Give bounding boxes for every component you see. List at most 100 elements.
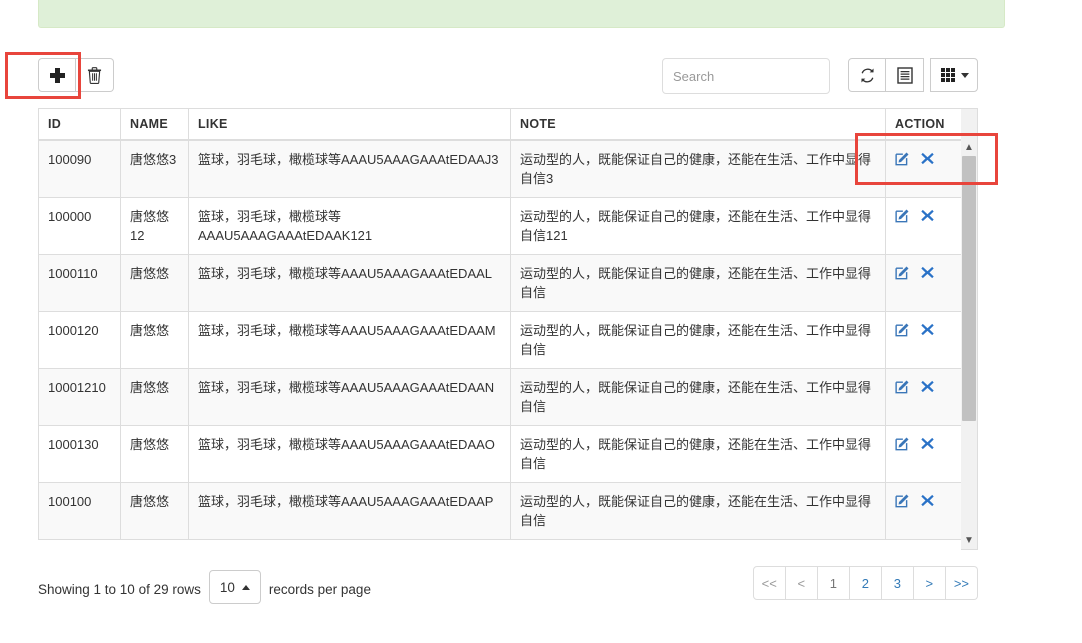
edit-icon[interactable]: [895, 208, 910, 228]
column-header-name[interactable]: NAME: [120, 108, 189, 141]
table-row[interactable]: 100100 唐悠悠 篮球，羽毛球，橄榄球等AAAU5AAAGAAAtEDAAP 运动…: [38, 482, 962, 540]
edit-icon[interactable]: [895, 322, 910, 342]
cell-name: 唐悠悠12: [120, 197, 189, 255]
table-header-row: ID NAME LIKE NOTE ACTION: [38, 108, 962, 141]
edit-icon[interactable]: [895, 379, 910, 399]
pagination-button[interactable]: 1: [817, 566, 850, 600]
data-table-container: ID NAME LIKE NOTE ACTION 100090 唐悠悠3 篮球，羽毛…: [38, 108, 978, 550]
column-header-note[interactable]: NOTE: [510, 108, 886, 141]
cell-note: 运动型的人，既能保证自己的健康，还能在生活、工作中显得自信: [510, 254, 886, 312]
table-header: ID NAME LIKE NOTE ACTION: [38, 108, 962, 141]
columns-dropdown-button[interactable]: [930, 58, 978, 92]
scrollbar-up-arrow-icon[interactable]: ▲: [961, 139, 977, 156]
cell-action: [885, 311, 962, 369]
cell-note: 运动型的人，既能保证自己的健康，还能在生活、工作中显得自信: [510, 368, 886, 426]
chevron-down-icon: [961, 72, 969, 78]
cell-id: 10001210: [38, 368, 121, 426]
page-size-value: 10: [219, 579, 235, 595]
cell-id: 100100: [38, 482, 121, 540]
list-toggle-icon: [896, 66, 913, 84]
cell-like: 篮球，羽毛球，橄榄球等AAAU5AAAGAAAtEDAAJ3: [188, 139, 511, 198]
toggle-view-button[interactable]: [886, 58, 924, 92]
cell-like: 篮球，羽毛球，橄榄球等AAAU5AAAGAAAtEDAAO: [188, 425, 511, 483]
cell-action: [885, 368, 962, 426]
showing-text: Showing 1 to 10 of 29 rows: [38, 581, 201, 597]
delete-record-button[interactable]: [76, 58, 114, 92]
cell-action: [885, 197, 962, 255]
cell-action: [885, 425, 962, 483]
cell-note: 运动型的人，既能保证自己的健康，还能在生活、工作中显得自信3: [510, 139, 886, 198]
table-row[interactable]: 100000 唐悠悠12 篮球，羽毛球，橄榄球等AAAU5AAAGAAAtEDAAK…: [38, 197, 962, 255]
scrollbar-down-arrow-icon[interactable]: ▼: [961, 532, 977, 549]
column-header-like[interactable]: LIKE: [188, 108, 511, 141]
pagination-button[interactable]: <: [785, 566, 818, 600]
cell-id: 100000: [38, 197, 121, 255]
toolbar-left-button-group: [38, 58, 114, 92]
table-footer: Showing 1 to 10 of 29 rows 10 records pe…: [38, 562, 978, 604]
cell-action: [885, 482, 962, 540]
delete-x-icon[interactable]: [920, 436, 935, 456]
cell-id: 1000130: [38, 425, 121, 483]
cell-id: 1000110: [38, 254, 121, 312]
success-alert-banner: [38, 0, 1005, 28]
cell-note: 运动型的人，既能保证自己的健康，还能在生活、工作中显得自信: [510, 482, 886, 540]
edit-icon[interactable]: [895, 151, 910, 171]
refresh-button[interactable]: [848, 58, 886, 92]
table-row[interactable]: 1000130 唐悠悠 篮球，羽毛球，橄榄球等AAAU5AAAGAAAtEDAAO 运…: [38, 425, 962, 483]
cell-id: 100090: [38, 139, 121, 198]
cell-name: 唐悠悠: [120, 311, 189, 369]
scrollbar-thumb[interactable]: [962, 156, 976, 421]
chevron-up-icon: [241, 584, 250, 590]
toolbar-icon-group: [848, 58, 978, 92]
cell-like: 篮球，羽毛球，橄榄球等AAAU5AAAGAAAtEDAAM: [188, 311, 511, 369]
pagination-button[interactable]: >>: [945, 566, 978, 600]
edit-icon[interactable]: [895, 265, 910, 285]
table-toolbar: [38, 58, 978, 96]
table-row[interactable]: 10001210 唐悠悠 篮球，羽毛球，橄榄球等AAAU5AAAGAAAtEDAAN…: [38, 368, 962, 426]
cell-note: 运动型的人，既能保证自己的健康，还能在生活、工作中显得自信: [510, 311, 886, 369]
edit-icon[interactable]: [895, 436, 910, 456]
table-vertical-scrollbar[interactable]: ▲ ▼: [961, 108, 978, 550]
trash-icon: [87, 66, 102, 84]
cell-action: [885, 139, 962, 198]
pagination-button[interactable]: >: [913, 566, 946, 600]
cell-name: 唐悠悠3: [120, 139, 189, 198]
pagination-button[interactable]: 3: [881, 566, 914, 600]
cell-id: 1000120: [38, 311, 121, 369]
table-row[interactable]: 1000110 唐悠悠 篮球，羽毛球，橄榄球等AAAU5AAAGAAAtEDAAL 运…: [38, 254, 962, 312]
delete-x-icon[interactable]: [920, 265, 935, 285]
pagination-controls: << <1 2 3 > >>: [752, 566, 978, 600]
edit-icon[interactable]: [895, 493, 910, 513]
columns-grid-icon: [941, 68, 955, 82]
pagination-button[interactable]: <<: [752, 566, 786, 600]
delete-x-icon[interactable]: [920, 379, 935, 399]
delete-x-icon[interactable]: [920, 493, 935, 513]
cell-like: 篮球，羽毛球，橄榄球等AAAU5AAAGAAAtEDAAK121: [188, 197, 511, 255]
cell-note: 运动型的人，既能保证自己的健康，还能在生活、工作中显得自信121: [510, 197, 886, 255]
records-per-page-label: records per page: [268, 581, 371, 597]
cell-like: 篮球，羽毛球，橄榄球等AAAU5AAAGAAAtEDAAP: [188, 482, 511, 540]
cell-note: 运动型的人，既能保证自己的健康，还能在生活、工作中显得自信: [510, 425, 886, 483]
plus-icon: [49, 67, 65, 83]
cell-name: 唐悠悠: [120, 368, 189, 426]
refresh-icon: [860, 68, 874, 82]
table-row[interactable]: 1000120 唐悠悠 篮球，羽毛球，橄榄球等AAAU5AAAGAAAtEDAAM 运…: [38, 311, 962, 369]
table-row[interactable]: 100090 唐悠悠3 篮球，羽毛球，橄榄球等AAAU5AAAGAAAtEDAAJ3…: [38, 139, 962, 198]
data-table: ID NAME LIKE NOTE ACTION 100090 唐悠悠3 篮球，羽毛…: [38, 108, 962, 540]
delete-x-icon[interactable]: [920, 151, 935, 171]
cell-like: 篮球，羽毛球，橄榄球等AAAU5AAAGAAAtEDAAL: [188, 254, 511, 312]
pagination-button[interactable]: 2: [849, 566, 882, 600]
delete-x-icon[interactable]: [920, 322, 935, 342]
column-header-action[interactable]: ACTION: [885, 108, 962, 141]
add-record-button[interactable]: [38, 58, 76, 92]
table-body: 100090 唐悠悠3 篮球，羽毛球，橄榄球等AAAU5AAAGAAAtEDAAJ3…: [38, 139, 962, 540]
cell-like: 篮球，羽毛球，橄榄球等AAAU5AAAGAAAtEDAAN: [188, 368, 511, 426]
column-header-id[interactable]: ID: [38, 108, 121, 141]
search-input[interactable]: [662, 58, 830, 94]
cell-name: 唐悠悠: [120, 425, 189, 483]
page-size-dropdown[interactable]: 10: [208, 570, 261, 604]
toolbar-right-group: [662, 58, 978, 94]
cell-name: 唐悠悠: [120, 482, 189, 540]
delete-x-icon[interactable]: [920, 208, 935, 228]
cell-action: [885, 254, 962, 312]
